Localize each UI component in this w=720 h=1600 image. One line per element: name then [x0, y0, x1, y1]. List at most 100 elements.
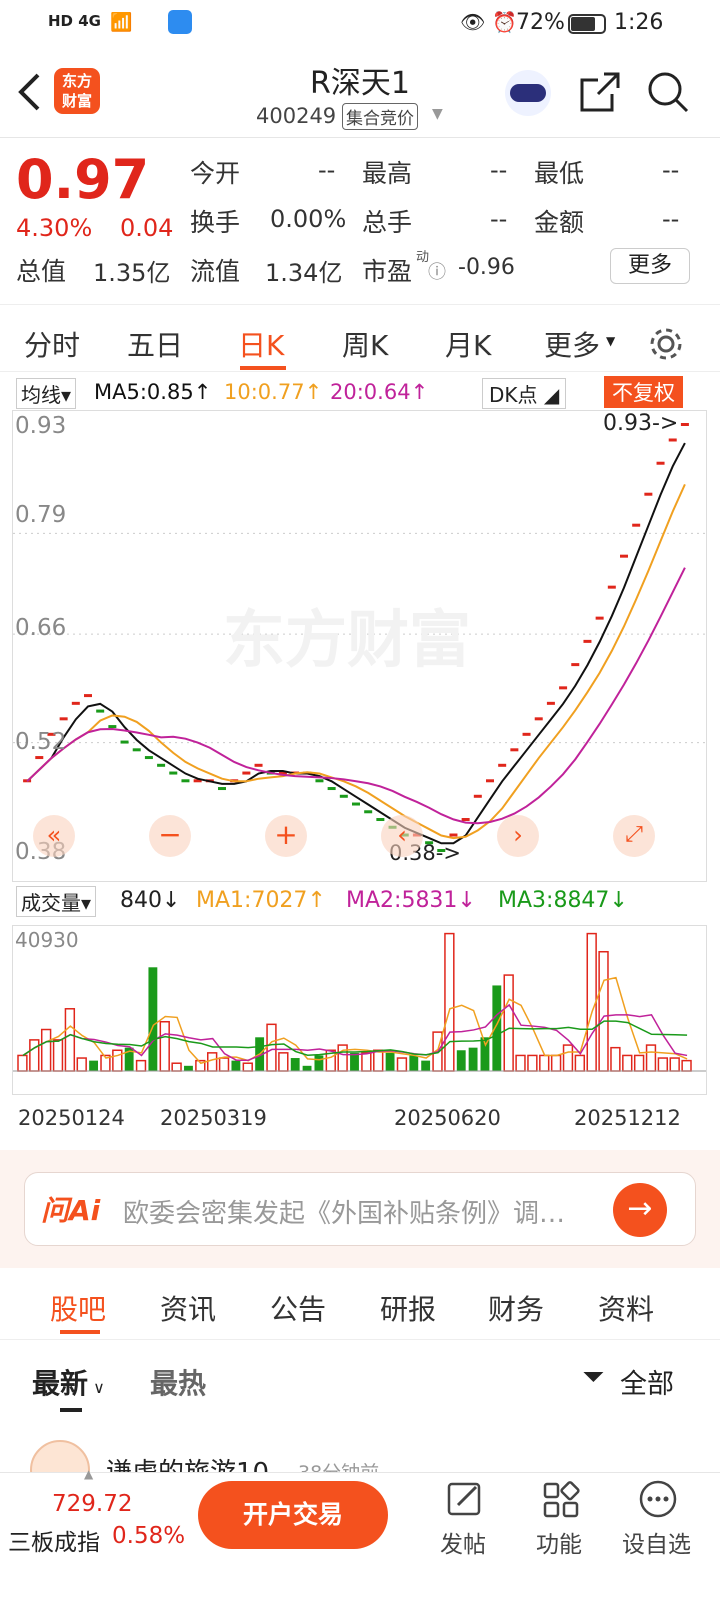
open-account-trade-button[interactable]: 开户交易: [198, 1481, 388, 1549]
volume-bar: [456, 1050, 466, 1071]
battery-percent: 72%: [516, 10, 565, 35]
search-icon[interactable]: [646, 70, 690, 114]
volume-chart[interactable]: 40930: [12, 925, 707, 1095]
candle: [534, 717, 543, 721]
volume-bar: [112, 1049, 123, 1072]
auction-badge[interactable]: 集合竞价: [342, 103, 418, 130]
volume-bar: [645, 1044, 657, 1072]
tab-finance[interactable]: 财务: [488, 1288, 544, 1328]
tab-research[interactable]: 研报: [380, 1288, 436, 1328]
tab-more[interactable]: 更多: [544, 324, 600, 364]
more-button[interactable]: 更多: [610, 248, 690, 284]
tab-monthly-k[interactable]: 月K: [445, 324, 491, 364]
stock-header: 东方 财富 R深天1 400249 集合竞价 ▼: [0, 50, 720, 138]
index-name[interactable]: 三板成指: [8, 1523, 100, 1557]
candle: [522, 732, 531, 736]
volume-bar: [492, 985, 502, 1071]
filter-all[interactable]: 全部: [620, 1362, 674, 1401]
candle: [449, 833, 458, 837]
settings-gear-icon[interactable]: [648, 326, 684, 362]
share-icon[interactable]: [578, 70, 622, 114]
volume-bar: [633, 1054, 645, 1072]
volume-bar: [17, 1054, 28, 1072]
functions-grid-icon[interactable]: [542, 1481, 580, 1519]
volume-now-text: 840: [120, 888, 162, 913]
volume-bar: [550, 1054, 562, 1072]
volume-bar: [278, 1052, 289, 1072]
info-icon[interactable]: ⓘ: [428, 258, 446, 284]
volume-bar: [64, 1008, 76, 1072]
arrow-right-icon[interactable]: →: [613, 1183, 667, 1237]
volume-now: 840↓: [120, 888, 181, 913]
last-price: 0.97: [16, 148, 150, 211]
volume-bar: [669, 1057, 680, 1072]
ma-type-select[interactable]: 均线▾: [16, 378, 77, 409]
tab-five-day[interactable]: 五日: [127, 324, 183, 364]
candle: [144, 756, 153, 760]
step-right-icon[interactable]: ›: [497, 815, 539, 857]
y-tick-4: 0.52: [15, 729, 67, 755]
candle: [510, 748, 519, 752]
quote-panel: 0.97 4.30% 0.04 今开 -- 最高 -- 最低 -- 换手 0.0…: [0, 140, 720, 305]
date-label-4: 20251212: [574, 1106, 681, 1130]
candle: [84, 694, 92, 698]
candle: [242, 771, 251, 775]
edit-post-icon[interactable]: [446, 1481, 484, 1519]
step-left-icon[interactable]: ‹: [381, 815, 423, 857]
mktcap-value: 1.35亿: [93, 259, 171, 287]
tab-profile[interactable]: 资料: [598, 1288, 654, 1328]
add-watchlist-button[interactable]: 设自选: [622, 1525, 691, 1559]
scroll-left-icon[interactable]: «: [33, 815, 75, 857]
tab-weekly-k[interactable]: 周K: [342, 324, 388, 364]
ai-search-box[interactable]: 问Ai 欧委会密集发起《外国补贴条例》调… →: [24, 1172, 696, 1246]
volume-bar: [421, 1060, 431, 1071]
candle: [376, 818, 385, 822]
post-button[interactable]: 发帖: [440, 1525, 486, 1559]
kline-chart[interactable]: 东方财富 0.93 0.79 0.66 0.52 0.38 0.93-> 0.3…: [12, 410, 707, 882]
candle: [486, 779, 494, 783]
volume-svg: [13, 932, 706, 1072]
candle: [35, 756, 44, 760]
volume-bar: [184, 1065, 193, 1071]
price-adjust-button[interactable]: 不复权: [604, 376, 683, 408]
tab-daily-k[interactable]: 日K: [238, 324, 284, 364]
volume-bar: [159, 1020, 170, 1072]
more-dots-icon[interactable]: [638, 1479, 678, 1519]
tab-intraday[interactable]: 分时: [24, 324, 80, 364]
open-label: 今开: [190, 159, 241, 188]
tab-announcements[interactable]: 公告: [270, 1288, 326, 1328]
zoom-out-icon[interactable]: −: [149, 815, 191, 857]
zoom-in-icon[interactable]: +: [265, 815, 307, 857]
fullscreen-icon[interactable]: ⤢: [613, 815, 655, 857]
tab-news[interactable]: 资讯: [160, 1288, 216, 1328]
volume-bar: [622, 1054, 633, 1072]
candle: [132, 748, 141, 752]
volume-bar: [207, 1052, 218, 1072]
wifi-icon: 📶: [110, 12, 133, 33]
vol-ma1-text: MA1:7027: [196, 888, 308, 913]
candle: [315, 779, 324, 783]
tab-guba[interactable]: 股吧: [50, 1288, 106, 1328]
ai-logo: 问Ai: [41, 1194, 101, 1227]
candle: [59, 717, 68, 721]
volume-bar: [562, 1044, 574, 1072]
dk-point-select[interactable]: DK点 ◢: [482, 378, 567, 409]
functions-button[interactable]: 功能: [536, 1525, 582, 1559]
high-label: 最高: [362, 159, 413, 188]
y-tick-3: 0.66: [15, 615, 67, 641]
subtab-underline: [60, 1330, 100, 1334]
sort-hot[interactable]: 最热: [150, 1362, 206, 1402]
period-tabs: 分时 五日 日K 周K 月K 更多 ▼: [0, 312, 720, 372]
sort-latest[interactable]: 最新 ∨: [32, 1362, 105, 1402]
indicator-select[interactable]: 成交量▾: [16, 886, 97, 917]
volume-bar: [657, 1057, 669, 1072]
chevron-down-icon[interactable]: ▼: [432, 106, 443, 122]
volume-bar: [89, 1060, 99, 1071]
low-label: 最低: [534, 159, 585, 188]
index-value[interactable]: 729.72: [52, 1491, 132, 1517]
filter-icon[interactable]: ⏷: [582, 1360, 604, 1394]
dk-label: DK点: [489, 383, 538, 407]
candle: [571, 663, 580, 667]
robot-assistant-icon[interactable]: [505, 70, 551, 116]
candle: [157, 763, 166, 767]
